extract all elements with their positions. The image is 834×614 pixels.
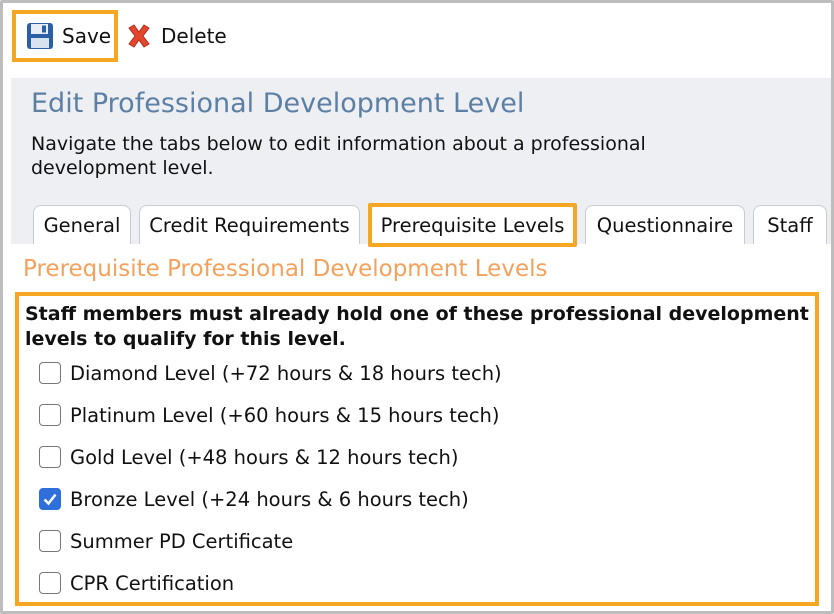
tab-staff[interactable]: Staff [753,205,827,244]
tab-label: General [43,213,121,237]
save-label: Save [62,24,112,48]
delete-label: Delete [161,24,227,48]
page-title: Edit Professional Development Level [31,88,525,119]
toolbar: Save Delete [3,3,831,78]
delete-button[interactable]: Delete [125,10,227,62]
tab-label: Questionnaire [596,213,734,237]
option-label: Gold Level (+48 hours & 12 hours tech) [70,445,459,469]
checkbox[interactable] [39,362,61,384]
section-description: Staff members must already hold one of t… [25,303,809,350]
option-gold-level[interactable]: Gold Level (+48 hours & 12 hours tech) [39,442,458,472]
section-title: Prerequisite Professional Development Le… [23,256,548,282]
option-label: Summer PD Certificate [70,529,294,553]
tab-prerequisite-levels[interactable]: Prerequisite Levels [368,203,577,247]
page-subtitle: Navigate the tabs below to edit informat… [31,133,646,179]
checkbox-checked[interactable] [39,488,61,510]
checkbox[interactable] [39,404,61,426]
checkbox[interactable] [39,572,61,594]
option-summer-pd-certificate[interactable]: Summer PD Certificate [39,526,293,556]
option-platinum-level[interactable]: Platinum Level (+60 hours & 15 hours tec… [39,400,500,430]
option-label: CPR Certification [70,571,235,595]
tab-label: Prerequisite Levels [380,213,565,237]
page-header: Edit Professional Development Level Navi… [11,78,831,247]
option-label: Diamond Level (+72 hours & 18 hours tech… [70,361,502,385]
window-frame: Save Delete Edit Professional Developmen… [0,0,834,614]
red-x-delete-icon [125,22,153,50]
tab-label: Credit Requirements [149,213,350,237]
prerequisite-levels-panel: Staff members must already hold one of t… [15,292,819,606]
tab-credit-requirements[interactable]: Credit Requirements [139,205,360,244]
option-diamond-level[interactable]: Diamond Level (+72 hours & 18 hours tech… [39,358,502,388]
option-label: Bronze Level (+24 hours & 6 hours tech) [70,487,469,511]
tab-general[interactable]: General [33,205,131,244]
checkbox[interactable] [39,446,61,468]
floppy-disk-icon [26,22,54,50]
option-bronze-level[interactable]: Bronze Level (+24 hours & 6 hours tech) [39,484,469,514]
tab-label: Staff [767,213,813,237]
tab-questionnaire[interactable]: Questionnaire [585,205,745,244]
save-button[interactable]: Save [12,10,118,62]
option-cpr-certification[interactable]: CPR Certification [39,568,234,598]
option-label: Platinum Level (+60 hours & 15 hours tec… [70,403,500,427]
checkbox[interactable] [39,530,61,552]
